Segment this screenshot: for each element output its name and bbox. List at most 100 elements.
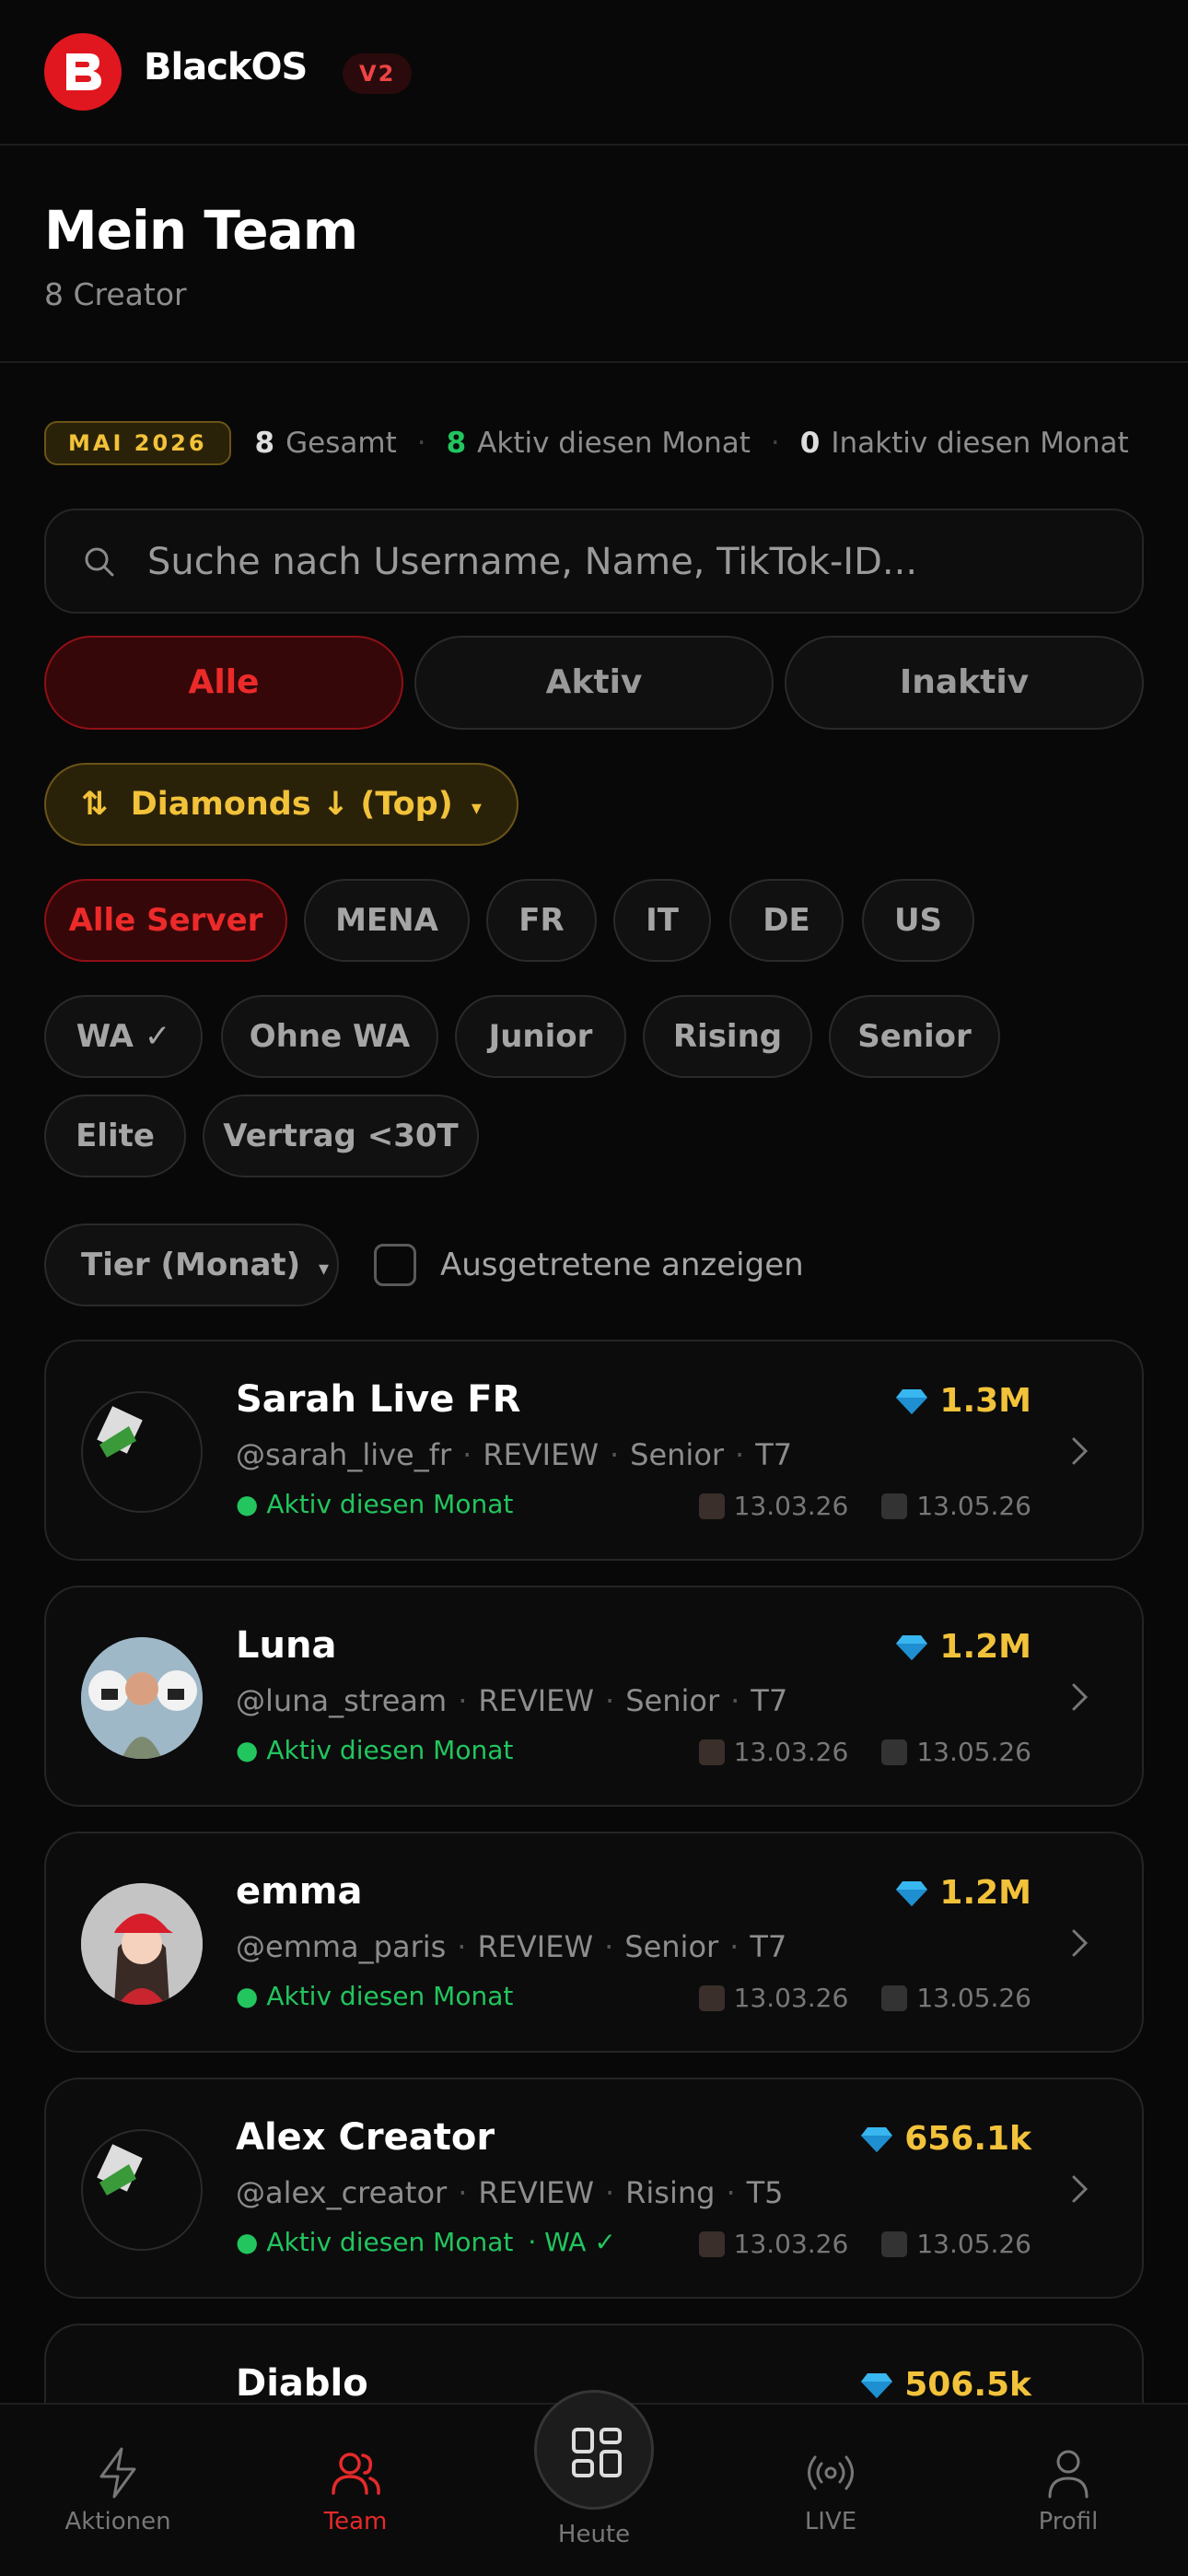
nav-live-label: LIVE	[804, 2508, 857, 2535]
chip-junior[interactable]: Junior	[455, 995, 626, 1078]
nav-live[interactable]: LIVE	[739, 2405, 923, 2535]
end-date-icon	[881, 1985, 908, 2011]
bolt-icon	[99, 2447, 136, 2499]
diamond-icon	[861, 2127, 893, 2152]
chip-rising[interactable]: Rising	[643, 995, 812, 1078]
sort-dropdown[interactable]: ⇅ Diamonds ↓ (Top) ▾	[44, 763, 518, 846]
creator-card[interactable]: Alex Creator @alex_creator · REVIEW · Rising…	[44, 2078, 1144, 2299]
page-header: Mein Team 8 Creator	[0, 147, 1188, 363]
chip-de[interactable]: DE	[729, 879, 844, 962]
chevron-right-icon[interactable]	[1070, 1927, 1090, 1959]
nav-today-button[interactable]	[534, 2390, 654, 2510]
chip-wa-yes[interactable]: WA ✓	[44, 995, 203, 1078]
broadcast-icon	[808, 2455, 854, 2490]
chip-all-servers[interactable]: Alle Server	[44, 879, 287, 962]
page-title: Mein Team	[44, 199, 358, 262]
chip-us[interactable]: US	[862, 879, 974, 962]
calendar-icon	[698, 1493, 725, 1519]
active-count: 8	[446, 427, 467, 460]
avatar	[81, 1391, 203, 1513]
nav-actions[interactable]: Aktionen	[26, 2405, 210, 2535]
search-bar[interactable]	[44, 509, 1144, 614]
active-label: Aktiv diesen Monat	[477, 427, 751, 460]
end-date-icon	[881, 1493, 908, 1519]
chip-elite[interactable]: Elite	[44, 1095, 186, 1177]
users-icon	[332, 2453, 380, 2495]
activity-status: ● Aktiv diesen Monat	[236, 1981, 514, 2011]
user-icon	[1048, 2450, 1089, 2499]
sort-arrows-icon: ⇅	[81, 786, 109, 823]
end-date-icon	[881, 1739, 908, 1765]
chevron-right-icon[interactable]	[1070, 2173, 1090, 2205]
creator-card[interactable]: Sarah Live FR @sarah_live_fr · REVIEW · Seni…	[44, 1340, 1144, 1561]
chip-it[interactable]: IT	[613, 879, 711, 962]
inactive-label: Inaktiv diesen Monat	[831, 427, 1129, 460]
avatar	[81, 1883, 203, 2005]
creator-name: Diablo	[236, 2362, 368, 2405]
total-label: Gesamt	[285, 427, 397, 460]
nav-team-label: Team	[323, 2508, 388, 2535]
separator-dot: ·	[770, 427, 780, 460]
diamond-icon	[896, 1635, 928, 1660]
contract-dates: 13.03.26 13.05.26	[698, 1491, 1031, 1521]
creator-name: Luna	[236, 1624, 337, 1667]
contract-dates: 13.03.26 13.05.26	[698, 1737, 1031, 1767]
diamond-count: 506.5k	[860, 2366, 1031, 2404]
nav-team[interactable]: Team	[263, 2405, 448, 2535]
sort-label: Diamonds ↓ (Top)	[130, 786, 453, 823]
page-subtitle: 8 Creator	[44, 276, 187, 312]
search-icon	[85, 547, 114, 577]
chevron-down-icon: ▾	[471, 797, 482, 820]
show-left-label: Ausgetretene anzeigen	[440, 1247, 804, 1283]
filter-tab-inactive[interactable]: Inaktiv	[785, 636, 1144, 730]
contract-dates: 13.03.26 13.05.26	[698, 2229, 1031, 2259]
nav-profile-label: Profil	[1038, 2508, 1099, 2535]
tier-dropdown-label: Tier (Monat)	[81, 1247, 301, 1283]
diamond-icon	[861, 2373, 893, 2398]
diamond-count: 1.3M	[895, 1382, 1031, 1420]
chip-fr[interactable]: FR	[486, 879, 597, 962]
chevron-right-icon[interactable]	[1070, 1435, 1090, 1467]
activity-status: ● Aktiv diesen Monat · WA ✓	[236, 2227, 616, 2257]
nav-actions-label: Aktionen	[64, 2508, 171, 2535]
tier-dropdown[interactable]: Tier (Monat) ▾	[44, 1224, 339, 1306]
creator-card[interactable]: emma @emma_paris · REVIEW · Senior · T7 ● Akti…	[44, 1832, 1144, 2053]
calendar-icon	[698, 1739, 725, 1765]
filter-tab-all[interactable]: Alle	[44, 636, 403, 730]
calendar-icon	[698, 2231, 725, 2257]
app-header: BlackOS V2	[0, 0, 1188, 146]
chevron-down-icon: ▾	[319, 1258, 330, 1281]
inactive-count: 0	[799, 427, 821, 460]
total-count: 8	[254, 427, 275, 460]
creator-name: Alex Creator	[236, 2116, 495, 2159]
wa-badge: · WA ✓	[528, 2227, 616, 2257]
calendar-icon	[698, 1985, 725, 2011]
show-left-checkbox[interactable]	[374, 1244, 416, 1286]
diamond-count: 1.2M	[895, 1628, 1031, 1666]
filter-tab-active[interactable]: Aktiv	[414, 636, 774, 730]
diamond-icon	[896, 1881, 928, 1906]
chip-senior[interactable]: Senior	[829, 995, 1000, 1078]
chip-contract-30d[interactable]: Vertrag <30T	[203, 1095, 479, 1177]
avatar	[81, 2129, 203, 2251]
bottom-navigation: Aktionen Team Heute LIVE Profil	[0, 2390, 1188, 2576]
search-input[interactable]	[147, 529, 1124, 595]
brand-name: BlackOS	[144, 46, 308, 88]
diamond-count: 656.1k	[860, 2120, 1031, 2158]
chip-mena[interactable]: MENA	[304, 879, 470, 962]
creator-name: Sarah Live FR	[236, 1378, 521, 1421]
creator-card[interactable]: Luna @luna_stream · REVIEW · Senior · T7 ● Akt…	[44, 1586, 1144, 1807]
creator-meta: @emma_paris · REVIEW · Senior · T7	[236, 1929, 787, 1964]
contract-dates: 13.03.26 13.05.26	[698, 1983, 1031, 2013]
activity-status: ● Aktiv diesen Monat	[236, 1735, 514, 1765]
chevron-right-icon[interactable]	[1070, 1681, 1090, 1713]
creator-meta: @sarah_live_fr · REVIEW · Senior · T7	[236, 1437, 793, 1472]
activity-status: ● Aktiv diesen Monat	[236, 1489, 514, 1519]
version-badge: V2	[343, 53, 413, 94]
blackos-logo-icon[interactable]	[44, 33, 122, 111]
chip-without-wa[interactable]: Ohne WA	[221, 995, 438, 1078]
diamond-count: 1.2M	[895, 1874, 1031, 1912]
nav-profile[interactable]: Profil	[976, 2405, 1160, 2535]
creator-meta: @alex_creator · REVIEW · Rising · T5	[236, 2175, 784, 2210]
grid-icon	[572, 2428, 622, 2477]
